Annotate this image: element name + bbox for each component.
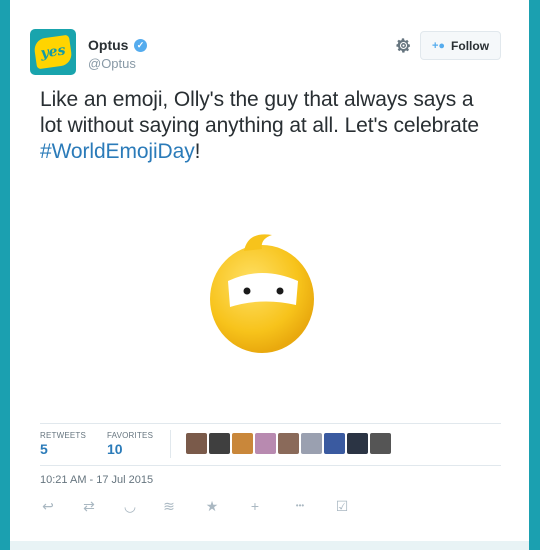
follow-button-label: Follow [451, 38, 490, 53]
favoriter-avatar[interactable] [255, 433, 276, 454]
avatar-logo-text: yes [39, 42, 67, 62]
avatar-logo-shape: yes [33, 34, 73, 70]
hashtag-link[interactable]: #WorldEmojiDay [40, 140, 195, 163]
checkbox-icon[interactable]: ☑ [334, 498, 350, 514]
gear-icon[interactable] [395, 37, 412, 54]
favoriter-avatar[interactable] [278, 433, 299, 454]
favorite-icon[interactable]: ★ [204, 498, 220, 514]
tweet-text-end: ! [194, 140, 201, 163]
more-icon[interactable]: ••• [290, 498, 310, 514]
tweet-timestamp[interactable]: 10:21 AM - 17 Jul 2015 [40, 474, 153, 486]
favoriter-avatar[interactable] [232, 433, 253, 454]
stats-separator [170, 430, 171, 458]
favorites-label: FAVORITES [107, 431, 154, 440]
retweets-label: RETWEETS [40, 431, 87, 440]
favoriter-avatar[interactable] [186, 433, 207, 454]
tweet-actions-bar: ↩ ⇄ ◡ ≋ ★ + ••• ☑ [40, 498, 360, 516]
profile-avatar[interactable]: yes [30, 29, 76, 75]
retweets-count[interactable]: 5 [40, 441, 48, 457]
user-name[interactable]: Optus [88, 37, 128, 53]
user-handle[interactable]: @Optus [88, 56, 136, 71]
tweet-text: Like an emoji, Olly's the guy that alway… [40, 87, 500, 165]
olly-emoji-image[interactable] [200, 225, 325, 355]
stats-top-divider [40, 423, 501, 424]
card-footer-strip [10, 541, 529, 550]
tweet-text-body: Like an emoji, Olly's the guy that alway… [40, 88, 480, 137]
retweet-icon[interactable]: ⇄ [81, 498, 97, 514]
pocket-icon[interactable]: ◡ [122, 498, 138, 514]
favoriter-avatar[interactable] [209, 433, 230, 454]
reply-icon[interactable]: ↩ [40, 498, 56, 514]
stats-bottom-divider [40, 465, 501, 466]
favoriter-avatar[interactable] [324, 433, 345, 454]
favorites-count[interactable]: 10 [107, 441, 123, 457]
buffer-icon[interactable]: ≋ [161, 498, 177, 514]
favoriters-avatars [186, 433, 391, 454]
add-user-icon: +● [431, 39, 446, 52]
follow-user-icon[interactable]: + [247, 498, 263, 514]
favoriter-avatar[interactable] [301, 433, 322, 454]
verified-badge-icon: ✓ [134, 39, 147, 52]
favoriter-avatar[interactable] [347, 433, 368, 454]
favoriter-avatar[interactable] [370, 433, 391, 454]
follow-button[interactable]: +● Follow [420, 31, 501, 60]
